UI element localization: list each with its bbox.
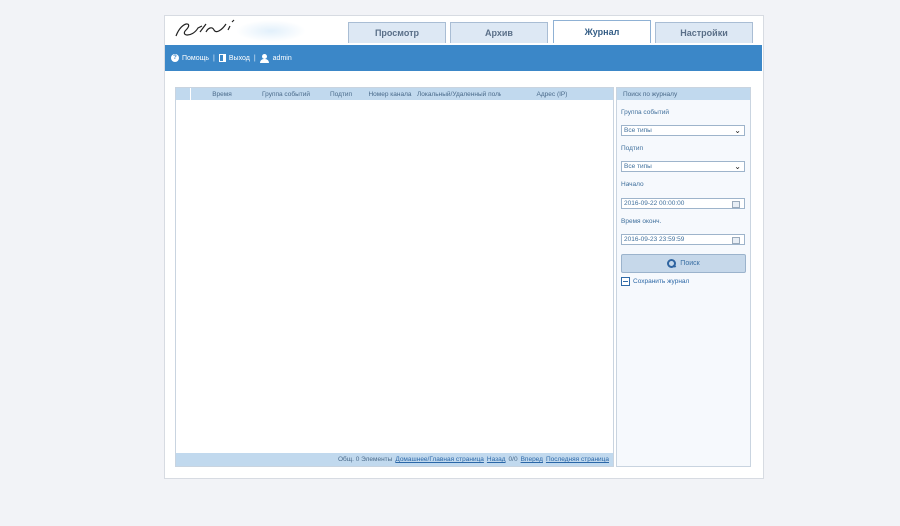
- chevron-down-icon: ⌄: [734, 162, 741, 171]
- search-button[interactable]: Поиск: [621, 254, 746, 273]
- event-group-select[interactable]: Все типы ⌄: [621, 125, 745, 136]
- tab-log[interactable]: Журнал: [553, 20, 651, 43]
- help-icon: ?: [171, 54, 179, 62]
- pager-pages: 0/0: [508, 456, 518, 463]
- calendar-icon[interactable]: [732, 201, 740, 208]
- save-log-label: Сохранить журнал: [633, 278, 690, 285]
- pager-total: Общ. 0 Элементы: [337, 456, 393, 463]
- pager-prev[interactable]: Назад: [487, 456, 506, 463]
- search-button-label: Поиск: [680, 260, 700, 267]
- subtype-value: Все типы: [624, 163, 652, 170]
- pager-next[interactable]: Вперед: [521, 456, 543, 463]
- tab-archive[interactable]: Архив: [450, 22, 548, 43]
- exit-label: Выход: [228, 54, 250, 62]
- tab-settings[interactable]: Настройки: [655, 22, 753, 43]
- help-link[interactable]: ? Помощь: [171, 54, 209, 62]
- pager: Общ. 0 Элементы Домашнее/Главная страниц…: [176, 453, 613, 466]
- end-label: Время оконч.: [621, 218, 662, 225]
- col-channel[interactable]: Номер канала: [363, 91, 417, 98]
- logo-glow: [236, 20, 306, 42]
- calendar-icon[interactable]: [732, 237, 740, 244]
- pager-home[interactable]: Домашнее/Главная страница: [395, 456, 484, 463]
- col-time[interactable]: Время: [191, 91, 253, 98]
- search-panel-title: Поиск по журналу: [617, 88, 750, 100]
- start-time-field[interactable]: 2016-09-22 00:00:00: [621, 198, 745, 209]
- separator: |: [253, 54, 256, 62]
- end-time-value: 2016-09-23 23:59:59: [624, 236, 685, 243]
- start-label: Начало: [621, 181, 644, 188]
- col-subtype[interactable]: Подтип: [319, 91, 363, 98]
- user-label: admin: [272, 54, 292, 62]
- search-panel: Поиск по журналу Группа событий Все типы…: [616, 87, 751, 467]
- separator: |: [213, 54, 215, 62]
- help-label: Помощь: [182, 54, 210, 62]
- brand-logo: [172, 18, 242, 42]
- subtype-label: Подтип: [621, 145, 644, 152]
- tab-view[interactable]: Просмотр: [348, 22, 446, 43]
- event-group-label: Группа событий: [621, 109, 669, 116]
- exit-icon: [218, 54, 226, 62]
- save-log-link[interactable]: Сохранить журнал: [621, 277, 689, 286]
- subtype-select[interactable]: Все типы ⌄: [621, 161, 745, 172]
- top-bar: ? Помощь | Выход | admin: [165, 45, 762, 71]
- end-time-field[interactable]: 2016-09-23 23:59:59: [621, 234, 745, 245]
- chevron-down-icon: ⌄: [734, 126, 741, 135]
- table-header: Время Группа событий Подтип Номер канала…: [176, 88, 613, 100]
- user-icon: [259, 53, 269, 63]
- start-time-value: 2016-09-22 00:00:00: [624, 200, 685, 207]
- col-ip[interactable]: Адрес (IP): [501, 91, 603, 98]
- col-user[interactable]: Локальный/Удаленный польз.: [417, 91, 501, 98]
- pager-last[interactable]: Последняя страница: [546, 456, 609, 463]
- event-group-value: Все типы: [624, 127, 652, 134]
- log-table: Время Группа событий Подтип Номер канала…: [175, 87, 614, 467]
- exit-link[interactable]: Выход: [218, 54, 250, 62]
- col-event-group[interactable]: Группа событий: [253, 91, 319, 98]
- search-icon: [667, 259, 677, 268]
- select-all-checkbox[interactable]: [176, 88, 191, 100]
- save-icon: [621, 277, 630, 286]
- user-link[interactable]: admin: [259, 53, 292, 63]
